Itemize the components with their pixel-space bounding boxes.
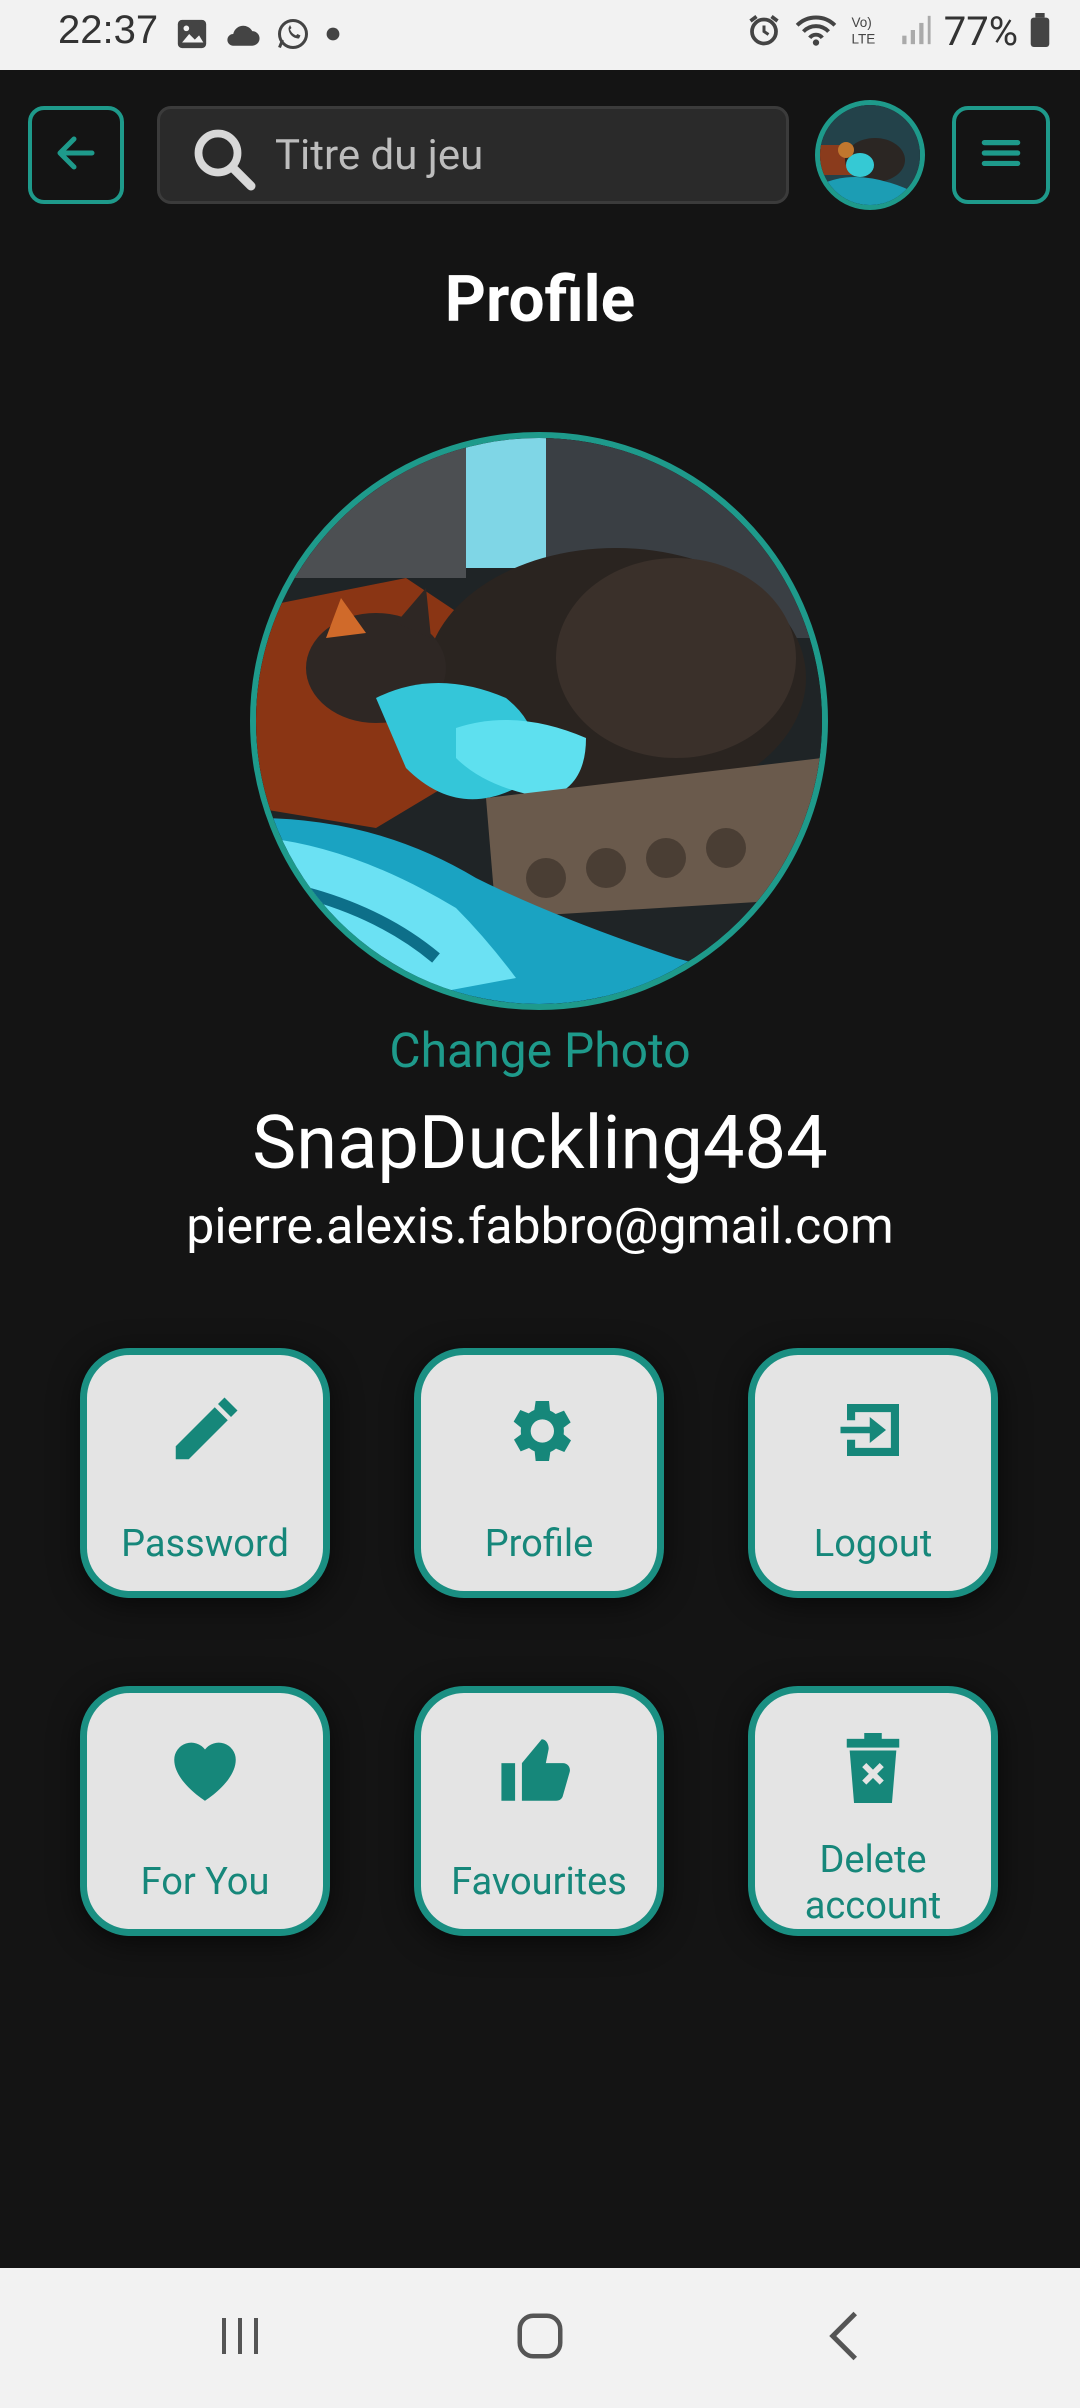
profile-photo[interactable] <box>250 432 828 1010</box>
back-nav-button[interactable] <box>804 2308 884 2368</box>
system-nav-bar <box>0 2268 1080 2408</box>
favourites-button[interactable]: Favourites <box>414 1686 664 1936</box>
heart-icon <box>87 1729 323 1811</box>
delete-label-line2: account <box>804 1884 942 1928</box>
profile-cat-photo <box>256 438 822 1004</box>
logout-icon <box>755 1391 991 1469</box>
password-label: Password <box>121 1522 289 1566</box>
avatar[interactable] <box>815 100 925 210</box>
svg-text:LTE: LTE <box>851 31 875 46</box>
avatar-cat-photo <box>820 105 920 205</box>
svg-text:Vo): Vo) <box>851 15 871 30</box>
page-title: Profile <box>444 262 636 337</box>
recent-apps-icon <box>210 2311 270 2365</box>
home-icon <box>513 2309 567 2367</box>
volte-icon: Vo) LTE <box>850 12 886 52</box>
status-time: 22:37 <box>58 8 159 52</box>
menu-button[interactable] <box>952 106 1050 204</box>
cloud-icon <box>223 19 261 53</box>
alarm-icon <box>746 12 782 52</box>
for-you-label: For You <box>140 1860 270 1904</box>
gear-icon <box>421 1391 657 1471</box>
change-photo-link[interactable]: Change Photo <box>0 1022 1080 1079</box>
pencil-icon <box>87 1391 323 1469</box>
delete-account-button[interactable]: Delete account <box>748 1686 998 1936</box>
status-bar: 22:37 Vo) LTE 77% <box>0 0 1080 70</box>
signal-icon <box>898 13 932 51</box>
top-app-bar: Titre du jeu <box>0 70 1080 240</box>
logout-button[interactable]: Logout <box>748 1348 998 1598</box>
arrow-left-icon <box>52 129 100 181</box>
for-you-button[interactable]: For You <box>80 1686 330 1936</box>
battery-icon <box>1030 12 1050 51</box>
trash-icon <box>755 1729 991 1807</box>
password-button[interactable]: Password <box>80 1348 330 1598</box>
back-button[interactable] <box>28 106 124 204</box>
user-email: pierre.alexis.fabbro@gmail.com <box>186 1198 894 1256</box>
whatsapp-icon <box>275 16 311 56</box>
dot-icon <box>325 26 341 46</box>
profile-label: Profile <box>484 1522 594 1566</box>
search-input[interactable]: Titre du jeu <box>157 106 789 204</box>
status-notification-icons <box>175 16 341 56</box>
image-icon <box>175 17 209 55</box>
wifi-icon <box>794 12 838 52</box>
hamburger-menu-icon <box>976 128 1026 182</box>
status-system-icons: Vo) LTE 77% <box>746 8 1050 55</box>
search-icon <box>188 123 260 199</box>
profile-settings-button[interactable]: Profile <box>414 1348 664 1598</box>
search-placeholder: Titre du jeu <box>275 131 484 180</box>
thumbs-up-icon <box>421 1729 657 1811</box>
back-nav-icon <box>824 2309 864 2367</box>
recent-apps-button[interactable] <box>200 2308 280 2368</box>
delete-label-line1: Delete <box>819 1838 927 1882</box>
logout-label: Logout <box>813 1522 933 1566</box>
battery-percent: 77% <box>943 8 1018 55</box>
delete-label: Delete account <box>755 1837 991 1929</box>
home-button[interactable] <box>500 2308 580 2368</box>
username: SnapDuckling484 <box>252 1100 828 1187</box>
favourites-label: Favourites <box>451 1860 627 1904</box>
